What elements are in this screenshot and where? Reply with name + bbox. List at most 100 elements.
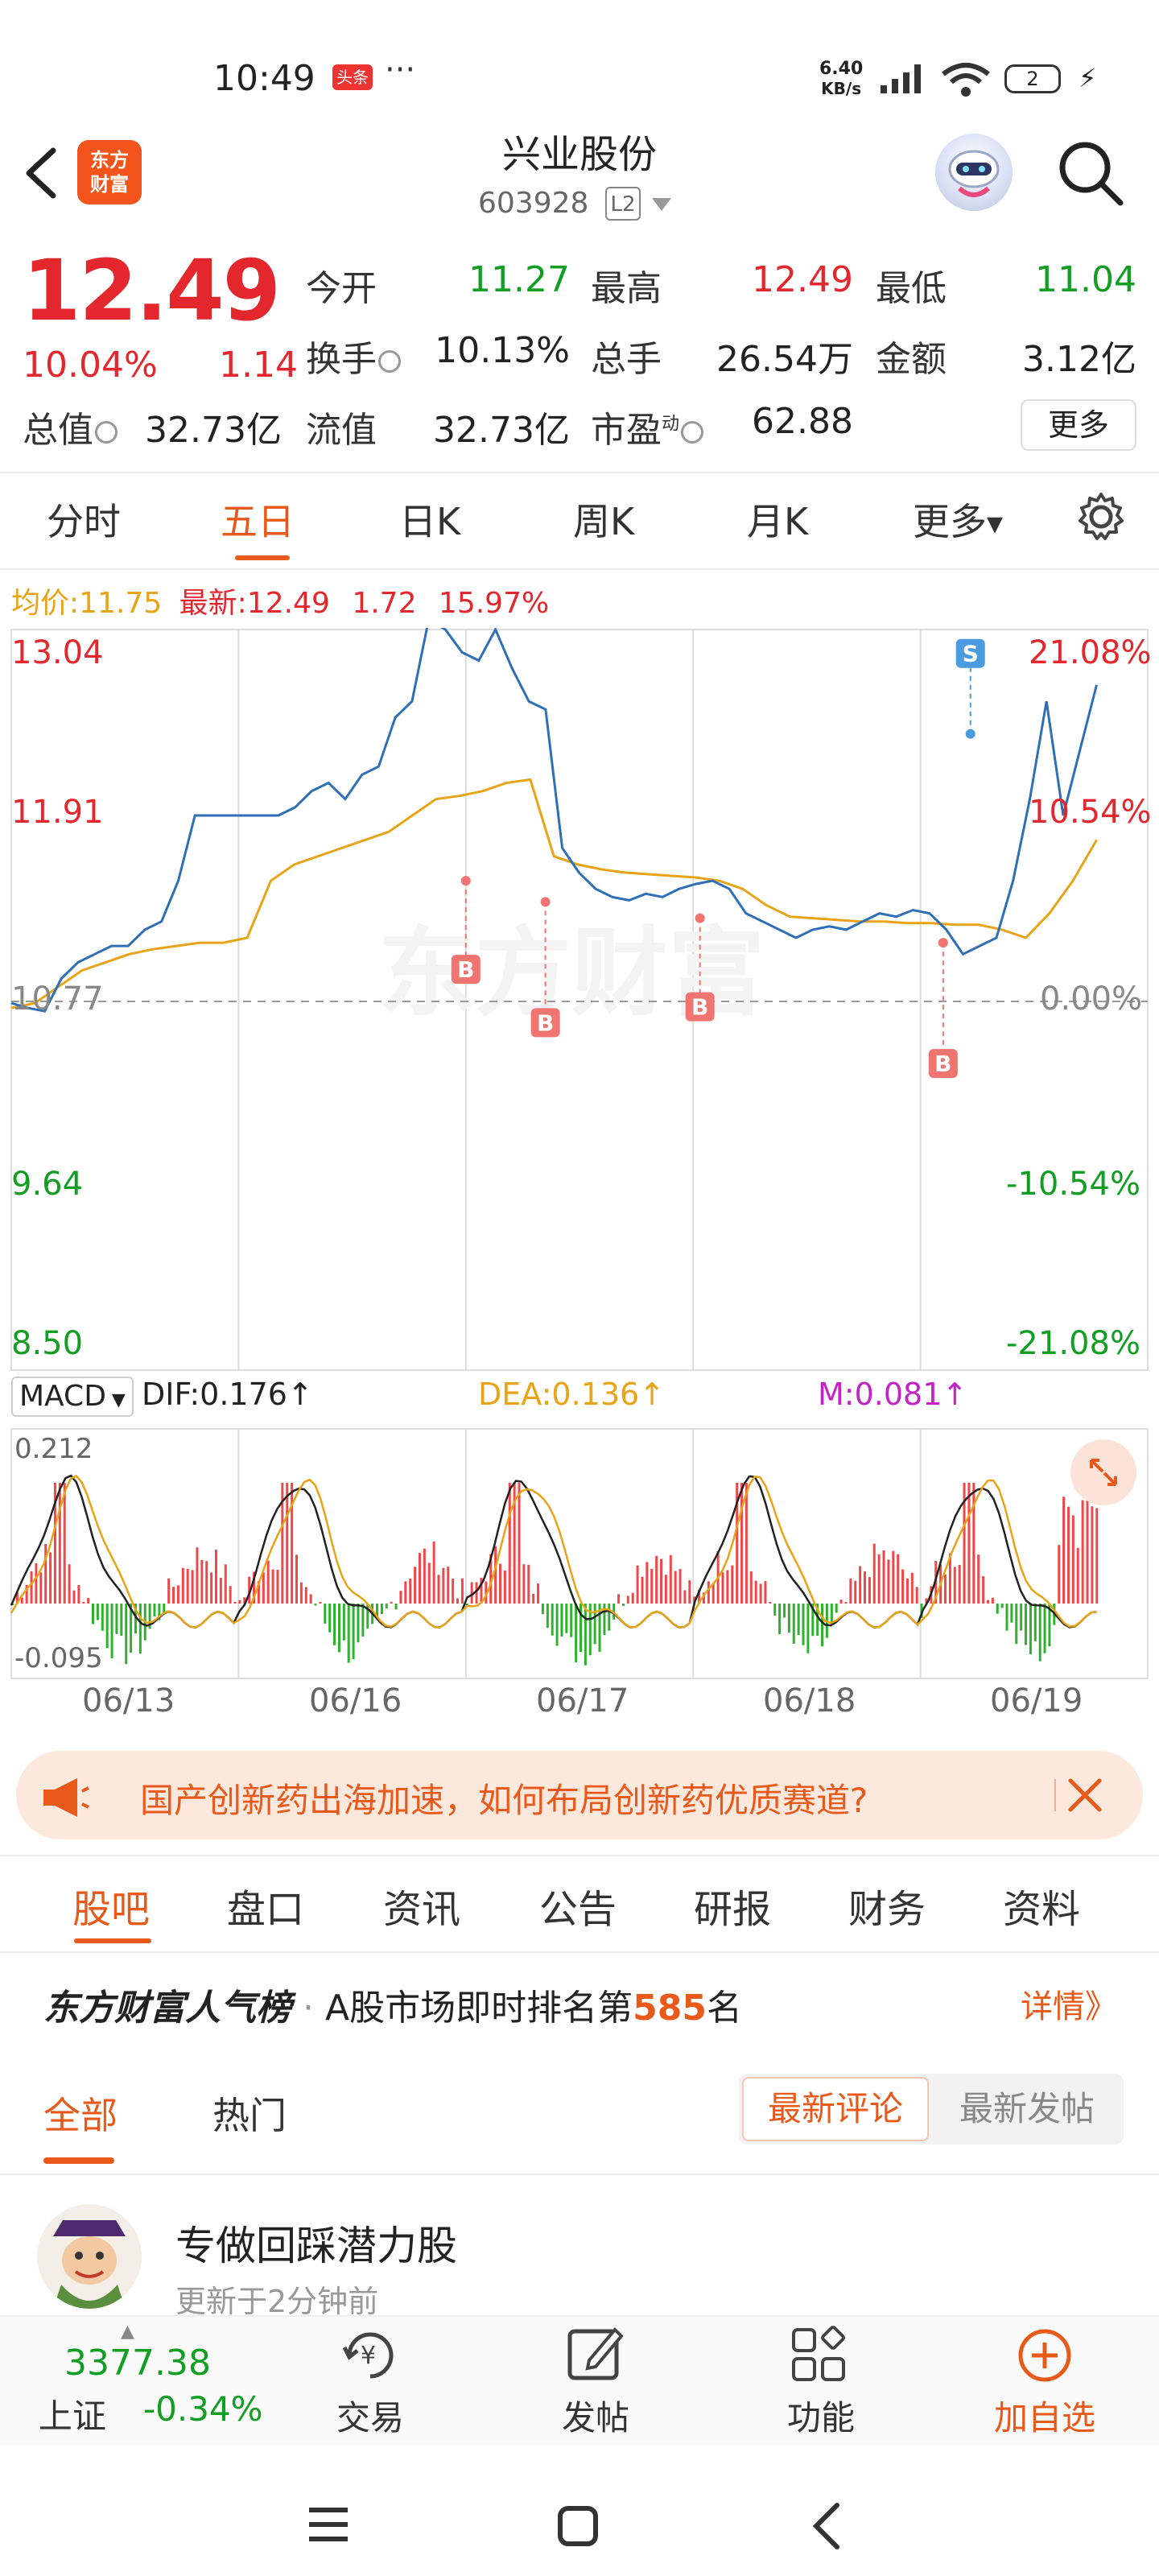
macd-bar <box>887 1559 890 1604</box>
macd-bar <box>744 1483 748 1604</box>
macd-bar <box>1081 1500 1084 1604</box>
macd-bar <box>361 1604 365 1637</box>
compose-icon[interactable] <box>563 2323 628 2388</box>
battery-icon: 2 <box>1004 64 1061 93</box>
macd-bar <box>560 1604 563 1637</box>
macd-bar <box>892 1550 895 1604</box>
macd-bar <box>792 1604 795 1644</box>
macd-bar <box>503 1571 506 1604</box>
index-name[interactable]: 上证 <box>39 2389 106 2438</box>
macd-bar <box>972 1483 975 1604</box>
macd-bar <box>352 1604 355 1660</box>
popularity-ranking[interactable]: 东方财富人气榜 · A股市场即时排名第585名 <box>43 1979 742 2030</box>
macd-selector[interactable]: MACD ▼ <box>11 1377 134 1417</box>
menu-icon[interactable] <box>306 2505 351 2544</box>
macd-bar <box>181 1567 184 1604</box>
avatar[interactable] <box>37 2204 142 2309</box>
trade-label[interactable]: 交易 <box>306 2391 435 2440</box>
macd-bar <box>773 1604 777 1616</box>
tab-profile[interactable]: 资料 <box>1003 1877 1080 1934</box>
caret-down-icon[interactable] <box>652 198 671 211</box>
y-tick-right-4: -21.08% <box>1006 1325 1140 1362</box>
banner-text[interactable]: 国产创新药出海加速，如何布局创新药优质赛道? <box>140 1773 868 1823</box>
marker-dot <box>695 913 705 923</box>
macd-bar <box>39 1572 43 1604</box>
macd-bar <box>314 1604 317 1606</box>
macd-bar <box>901 1569 905 1604</box>
tab-pankou[interactable]: 盘口 <box>227 1877 304 1934</box>
sort-latest-comment[interactable]: 最新评论 <box>742 2077 929 2141</box>
apps-grid-icon[interactable] <box>787 2323 852 2388</box>
tab-weekly-k[interactable]: 周K <box>573 493 634 546</box>
macd-bar <box>593 1604 596 1645</box>
add-watchlist-label[interactable]: 加自选 <box>980 2391 1109 2440</box>
more-button[interactable]: 更多 <box>1021 399 1136 451</box>
macd-ymin: -0.095 <box>14 1642 103 1674</box>
trade-icon[interactable]: ¥ <box>338 2323 402 2388</box>
tab-five-day[interactable]: 五日 <box>221 493 295 546</box>
macd-bar <box>522 1564 526 1604</box>
macd-bar <box>418 1553 421 1604</box>
add-circle-icon[interactable] <box>1013 2323 1077 2388</box>
info-icon[interactable] <box>681 421 704 444</box>
search-icon[interactable] <box>1054 137 1127 209</box>
tab-guba[interactable]: 股吧 <box>72 1877 150 1934</box>
latest-pct: 15.97% <box>438 587 550 620</box>
macd-bar <box>944 1574 947 1604</box>
macd-bar <box>176 1585 179 1604</box>
tab-announcements[interactable]: 公告 <box>539 1877 617 1934</box>
active-tab-indicator <box>235 555 290 560</box>
tab-intraday[interactable]: 分时 <box>47 493 121 546</box>
macd-bar <box>1071 1515 1074 1604</box>
macd-bar <box>565 1604 568 1633</box>
macd-bar <box>740 1483 744 1604</box>
y-tick-left-2: 10.77 <box>11 980 104 1018</box>
function-label[interactable]: 功能 <box>757 2391 885 2440</box>
tab-finance[interactable]: 财务 <box>848 1877 926 1934</box>
macd-bar <box>626 1596 629 1604</box>
tab-research[interactable]: 研报 <box>694 1877 771 1934</box>
close-icon[interactable] <box>1062 1773 1107 1818</box>
macd-bar <box>1038 1604 1041 1662</box>
home-icon[interactable] <box>555 2504 600 2549</box>
macd-bar <box>664 1575 667 1604</box>
tab-more[interactable]: 更多▼ <box>913 493 1003 546</box>
macd-bar <box>1095 1508 1099 1604</box>
stock-name[interactable]: 兴业股份 <box>451 122 708 179</box>
charging-icon: ⚡ <box>1079 63 1097 93</box>
detail-link[interactable]: 详情》 <box>1021 1980 1117 2027</box>
subtab-hot[interactable]: 热门 <box>212 2087 287 2140</box>
subtab-all[interactable]: 全部 <box>43 2087 118 2140</box>
tab-daily-k[interactable]: 日K <box>399 493 460 546</box>
tab-monthly-k[interactable]: 月K <box>747 493 808 546</box>
back-nav-icon[interactable] <box>810 2500 842 2552</box>
macd-bar <box>546 1604 549 1629</box>
post-title[interactable]: 专做回踩潜力股 <box>175 2214 457 2272</box>
five-day-price-chart[interactable]: 东方财富 BBBBS <box>0 628 1159 1682</box>
level2-badge[interactable]: L2 <box>605 187 641 221</box>
open-label: 今开 <box>306 268 377 309</box>
info-icon[interactable] <box>378 350 401 373</box>
macd-bar <box>72 1590 76 1604</box>
index-pct[interactable]: -0.34% <box>143 2389 263 2429</box>
post-label[interactable]: 发帖 <box>531 2391 660 2440</box>
sort-latest-post[interactable]: 最新发帖 <box>934 2077 1120 2141</box>
back-icon[interactable] <box>18 141 66 205</box>
stock-code[interactable]: 603928 <box>478 187 588 220</box>
assistant-robot-avatar[interactable] <box>935 134 1013 211</box>
high-label: 最高 <box>591 268 662 309</box>
macd-bar <box>835 1604 838 1613</box>
eastmoney-logo[interactable]: 东方 财富 <box>77 140 142 204</box>
latest-value: 12.49 <box>246 587 330 620</box>
info-icon[interactable] <box>95 421 118 444</box>
toutiao-icon: 头条 <box>332 64 373 90</box>
expand-icon[interactable] <box>1070 1439 1136 1505</box>
popularity-brand: 东方财富人气榜 <box>43 1988 291 2029</box>
buy-marker-label: B <box>691 994 708 1021</box>
gear-icon[interactable] <box>1075 491 1127 543</box>
tab-news[interactable]: 资讯 <box>383 1877 460 1934</box>
index-value[interactable]: 3377.38 <box>64 2343 211 2384</box>
macd-bar <box>456 1598 460 1604</box>
pe-value: 62.88 <box>752 401 853 442</box>
macd-bar <box>205 1561 208 1604</box>
